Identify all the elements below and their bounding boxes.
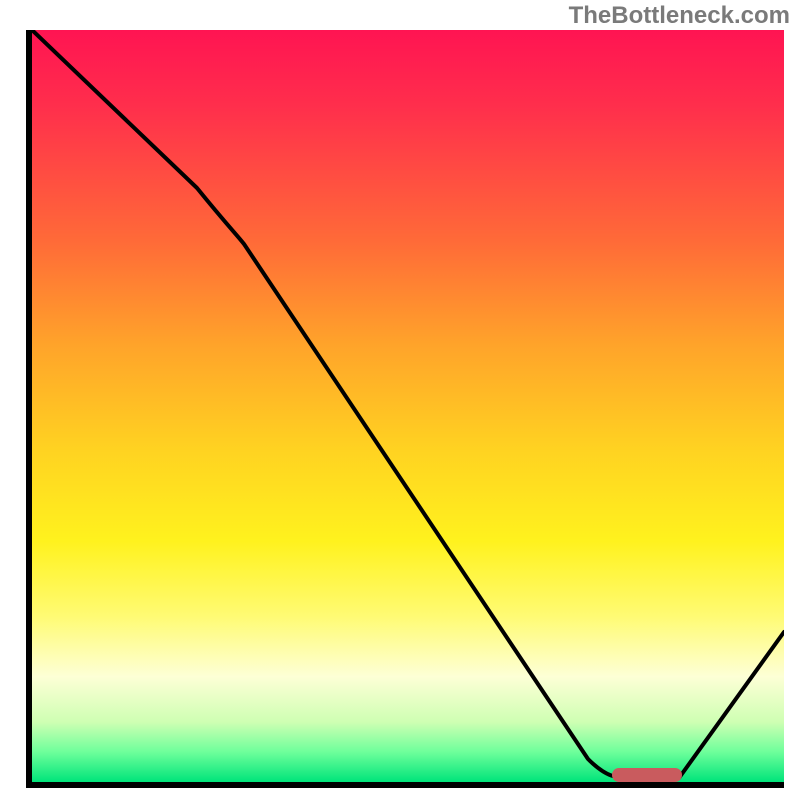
- optimal-range-marker: [612, 768, 682, 782]
- bottleneck-curve: [32, 30, 784, 782]
- chart-container: TheBottleneck.com: [0, 0, 800, 800]
- watermark-text: TheBottleneck.com: [569, 2, 790, 30]
- plot-area: [26, 30, 784, 788]
- curve-path: [32, 30, 784, 778]
